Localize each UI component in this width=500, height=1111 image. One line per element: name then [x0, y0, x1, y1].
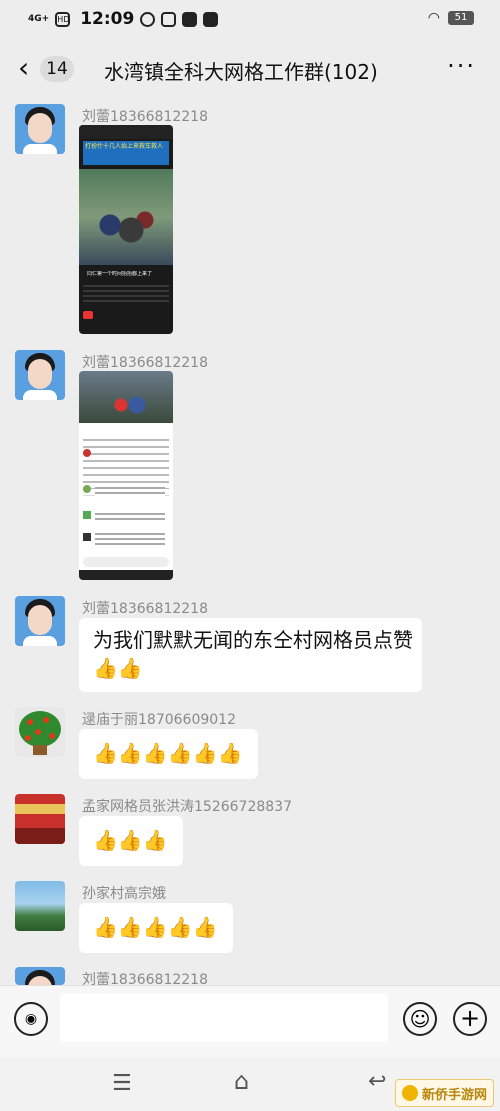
- plus-icon[interactable]: +: [453, 1002, 487, 1036]
- clock: 12:09: [80, 9, 135, 29]
- video-icon: [182, 11, 198, 27]
- voice-icon[interactable]: ◉: [14, 1002, 48, 1036]
- chat-header: ‹ 14 水湾镇全科大网格工作群(102) ···: [0, 44, 500, 96]
- more-options-icon[interactable]: ···: [447, 52, 476, 80]
- message-input[interactable]: [60, 994, 388, 1042]
- chat-title: 水湾镇全科大网格工作群(102): [104, 60, 378, 84]
- input-bar: ◉ ☺ +: [0, 985, 500, 1058]
- game-icon: [203, 11, 219, 27]
- emoji-bubble[interactable]: 👍👍👍: [79, 816, 183, 866]
- sender-name: 刘蕾18366812218: [82, 109, 208, 125]
- status-bar: 4G+ HD 12:09 ◠ 51: [0, 0, 500, 38]
- sender-name: 孟家网格员张洪涛15266728837: [82, 799, 292, 815]
- hd-icon: HD: [55, 11, 71, 27]
- sender-name: 刘蕾18366812218: [82, 355, 208, 371]
- emoji-bubble[interactable]: 👍👍👍👍👍👍: [79, 729, 258, 779]
- watermark-icon: [401, 1085, 418, 1101]
- image-message[interactable]: [79, 371, 173, 580]
- emoji-bubble[interactable]: 👍👍👍👍👍: [79, 903, 233, 953]
- avatar[interactable]: [15, 596, 65, 646]
- avatar[interactable]: [15, 967, 65, 985]
- image-message[interactable]: 打扮什十几人抬上来救车救人 同仁第一个时间抬抬都上来了: [79, 125, 173, 334]
- wifi-icon: ◠: [427, 10, 440, 26]
- back-chevron-icon[interactable]: ‹: [18, 54, 29, 82]
- notification-icon: [140, 11, 156, 27]
- watermark-text: 新侨手游网: [421, 1087, 487, 1103]
- system-nav-bar: ☰ ⌂ ↩ 新侨手游网: [0, 1057, 500, 1111]
- app-icon: [161, 11, 177, 27]
- avatar[interactable]: [15, 794, 65, 844]
- avatar[interactable]: [15, 350, 65, 400]
- avatar[interactable]: [15, 881, 65, 931]
- video-banner: 打扮什十几人抬上来救车救人: [83, 141, 169, 165]
- home-icon[interactable]: ⌂: [234, 1067, 249, 1095]
- thumbs-up-icon: 👍👍: [93, 656, 143, 680]
- text-bubble[interactable]: 为我们默默无闻的东仝村网格员点赞👍👍: [79, 618, 422, 692]
- watermark-logo: 新侨手游网: [394, 1079, 494, 1107]
- network-indicator: 4G+: [28, 13, 50, 24]
- avatar[interactable]: [15, 104, 65, 154]
- thumbs-up-icon: 👍👍👍👍👍: [93, 915, 218, 939]
- thumbs-up-icon: 👍👍👍: [93, 828, 168, 852]
- menu-icon[interactable]: ☰: [112, 1071, 132, 1096]
- smiley-icon[interactable]: ☺: [403, 1002, 437, 1036]
- battery-indicator: 51: [448, 11, 474, 25]
- sender-name: 刘蕾18366812218: [82, 601, 208, 617]
- back-icon[interactable]: ↩: [368, 1069, 386, 1094]
- thumbs-up-icon: 👍👍👍👍👍👍: [93, 741, 243, 765]
- avatar[interactable]: [15, 707, 65, 757]
- message-text: 为我们默默无闻的东仝村网格员点赞👍👍: [93, 628, 413, 680]
- unread-badge[interactable]: 14: [40, 56, 74, 82]
- sender-name: 孙家村高宗娥: [82, 886, 166, 902]
- video-caption: 同仁第一个时间抬抬都上来了: [87, 271, 153, 277]
- sender-name: 逯庙于丽18706609012: [82, 712, 236, 728]
